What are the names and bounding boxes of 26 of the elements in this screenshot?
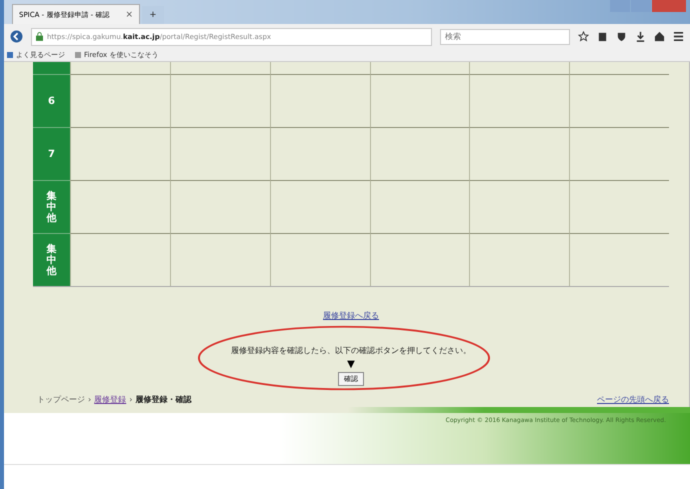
period-header: 6	[33, 74, 70, 128]
back-link[interactable]: 履修登録へ戻る	[323, 310, 379, 322]
period-header: 集中他	[33, 180, 70, 234]
new-tab-button[interactable]: +	[142, 6, 164, 24]
shield-icon[interactable]	[616, 31, 627, 42]
instruction-text: 履修登録内容を確認したら、以下の確認ボタンを押してください。	[231, 345, 471, 356]
period-header: 7	[33, 127, 70, 180]
home-icon[interactable]	[654, 31, 665, 42]
period-header: 集中他	[33, 233, 70, 286]
breadcrumb-link[interactable]: 履修登録	[94, 394, 126, 406]
page-top-link[interactable]: ページの先頭へ戻る	[597, 394, 669, 406]
bookmark-folder-icon	[7, 52, 13, 58]
lock-icon	[36, 32, 43, 42]
download-icon[interactable]	[635, 31, 646, 42]
menu-icon[interactable]	[673, 31, 684, 42]
star-icon[interactable]	[578, 31, 589, 42]
period-header	[33, 62, 70, 74]
breadcrumb-item: 履修登録・確認	[135, 394, 192, 406]
breadcrumb-separator: ›	[88, 395, 92, 404]
back-icon[interactable]	[10, 30, 23, 44]
close-tab-button[interactable]: ×	[125, 10, 133, 20]
breadcrumb-separator: ›	[129, 395, 132, 404]
search-field[interactable]: 検索	[440, 28, 570, 45]
breadcrumb-item: トップページ	[37, 394, 85, 406]
down-arrow: ▼	[347, 359, 355, 372]
page-icon	[75, 52, 81, 58]
